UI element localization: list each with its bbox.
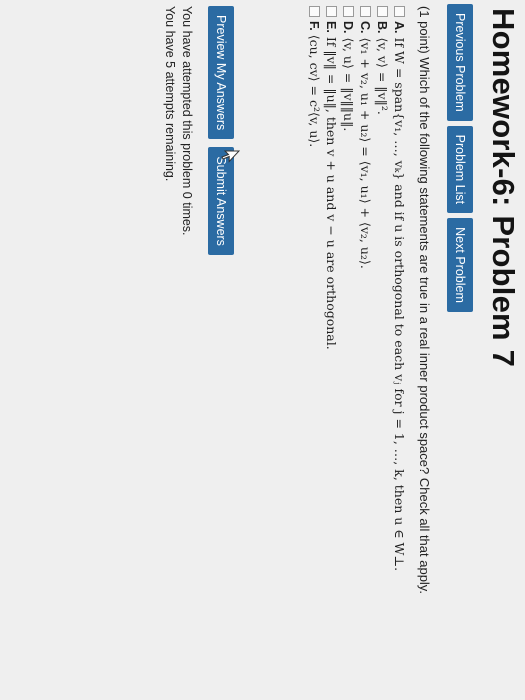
option-letter: C. bbox=[358, 21, 373, 34]
option-text: If W = span{v₁, …, vₖ} and if u is ortho… bbox=[392, 37, 407, 572]
option-text: ⟨v, u⟩ = ‖v‖‖u‖. bbox=[341, 37, 356, 132]
answer-actions: Preview My Answers Submit Answers bbox=[208, 6, 234, 255]
option-d-checkbox[interactable] bbox=[343, 6, 354, 17]
attempt-status: You have attempted this problem 0 times.… bbox=[161, 6, 195, 236]
page-canvas: Homework-6: Problem 7 Previous Problem P… bbox=[0, 0, 525, 700]
question-text: (1 point) Which of the following stateme… bbox=[417, 6, 432, 594]
option-c[interactable]: C. ⟨v₁ + v₂, u₁ + u₂⟩ = ⟨v₁, u₁⟩ + ⟨v₂, … bbox=[357, 6, 374, 571]
option-letter: E. bbox=[324, 21, 339, 33]
option-text: If ‖v‖ = ‖u‖, then v + u and v − u are o… bbox=[324, 36, 339, 350]
option-text: ⟨v, v⟩ = ‖v‖². bbox=[375, 37, 390, 115]
problem-nav: Previous Problem Problem List Next Probl… bbox=[447, 4, 473, 312]
option-letter: B. bbox=[375, 21, 390, 34]
option-f[interactable]: F. ⟨cu, cv⟩ = c²⟨v, u⟩. bbox=[306, 6, 323, 571]
option-e-checkbox[interactable] bbox=[326, 6, 337, 17]
option-d[interactable]: D. ⟨v, u⟩ = ‖v‖‖u‖. bbox=[340, 6, 357, 571]
option-letter: A. bbox=[392, 21, 407, 34]
option-b-checkbox[interactable] bbox=[377, 6, 388, 17]
option-a[interactable]: A. If W = span{v₁, …, vₖ} and if u is or… bbox=[391, 6, 408, 571]
page-title: Homework-6: Problem 7 bbox=[486, 8, 521, 368]
option-letter: D. bbox=[341, 21, 356, 34]
option-letter: F. bbox=[307, 21, 322, 31]
attempted-text: You have attempted this problem 0 times. bbox=[180, 6, 194, 236]
option-text: ⟨cu, cv⟩ = c²⟨v, u⟩. bbox=[307, 34, 322, 148]
option-text: ⟨v₁ + v₂, u₁ + u₂⟩ = ⟨v₁, u₁⟩ + ⟨v₂, u₂⟩… bbox=[358, 37, 373, 269]
remaining-text: You have 5 attempts remaining. bbox=[163, 6, 177, 182]
option-c-checkbox[interactable] bbox=[360, 6, 371, 17]
answer-options: A. If W = span{v₁, …, vₖ} and if u is or… bbox=[306, 6, 408, 571]
problem-list-button[interactable]: Problem List bbox=[447, 125, 473, 214]
option-b[interactable]: B. ⟨v, v⟩ = ‖v‖². bbox=[374, 6, 391, 571]
previous-problem-button[interactable]: Previous Problem bbox=[447, 4, 473, 121]
option-f-checkbox[interactable] bbox=[309, 6, 320, 17]
option-a-checkbox[interactable] bbox=[394, 6, 405, 17]
next-problem-button[interactable]: Next Problem bbox=[447, 218, 473, 312]
option-e[interactable]: E. If ‖v‖ = ‖u‖, then v + u and v − u ar… bbox=[323, 6, 340, 571]
preview-answers-button[interactable]: Preview My Answers bbox=[208, 6, 234, 140]
